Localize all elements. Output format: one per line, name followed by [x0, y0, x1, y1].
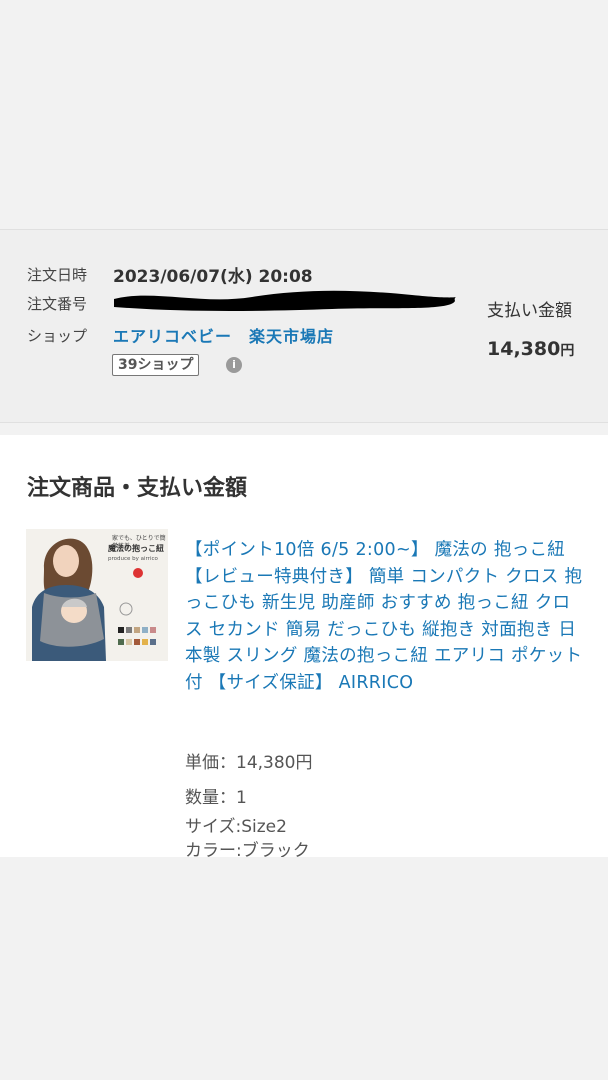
product-title-link[interactable]: 【ポイント10倍 6/5 2:00~】 魔法の 抱っこ紐 【レビュー特典付き】 …	[185, 537, 585, 696]
order-summary-panel: 注文日時 2023/06/07(水) 20:08 注文番号 ショップ エアリコベ…	[0, 229, 608, 423]
order-date-row: 注文日時 2023/06/07(水) 20:08	[27, 262, 313, 287]
total-amount-value: 14,380	[487, 338, 561, 360]
order-date-label: 注文日時	[27, 266, 88, 284]
section-title: 注文商品・支払い金額	[27, 476, 248, 501]
shop-label: ショップ	[27, 326, 88, 345]
quantity: 数量：1	[185, 788, 247, 808]
order-date-value: 2023/06/07(水) 20:08	[113, 267, 313, 287]
order-number-label: 注文番号	[27, 295, 88, 313]
shop-row: ショップ エアリコベビー 楽天市場店	[27, 323, 334, 347]
ordered-items-section: 注文商品・支払い金額 家でも、ひとりで簡単装着 魔法の抱っこ紐 produce …	[0, 435, 608, 861]
info-icon[interactable]: i	[226, 357, 242, 373]
thumb-caption-2: 魔法の抱っこ紐	[108, 544, 164, 553]
redaction-mark	[114, 290, 456, 311]
order-number-row: 注文番号	[27, 293, 113, 314]
total-label: 支払い金額	[487, 301, 572, 321]
size-option: サイズ:Size2	[185, 817, 287, 837]
total-amount: 14,380円	[487, 338, 574, 360]
unit-price: 単価：14,380円	[185, 753, 313, 773]
bottom-blank-area	[0, 857, 608, 1080]
product-thumbnail[interactable]: 家でも、ひとりで簡単装着 魔法の抱っこ紐 produce by airrico	[26, 529, 168, 661]
thumb-brand: produce by airrico	[108, 556, 158, 562]
shop-name-link[interactable]: エアリコベビー 楽天市場店	[113, 323, 334, 347]
total-currency: 円	[560, 343, 575, 359]
top-blank-area	[0, 0, 608, 224]
39-shop-badge: 39ショップ	[112, 354, 200, 376]
